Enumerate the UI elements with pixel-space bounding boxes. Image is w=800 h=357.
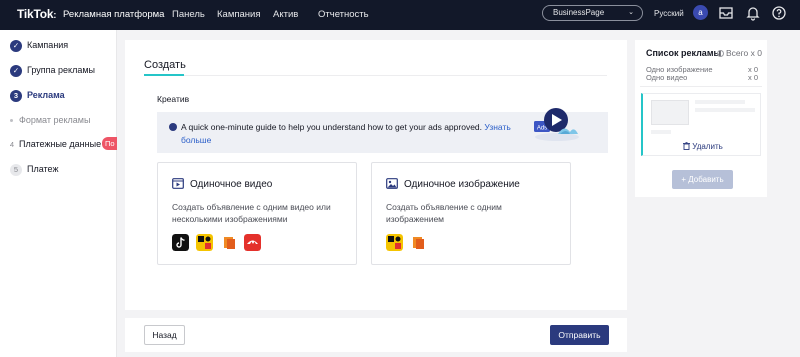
guide-banner: A quick one-minute guide to help you und… xyxy=(157,108,608,153)
section-title: Креатив xyxy=(157,94,190,104)
delete-label: Удалить xyxy=(692,142,723,151)
option-title: Одиночное изображение xyxy=(404,179,520,190)
nav-reporting[interactable]: Отчетность xyxy=(318,9,369,20)
single-video-option[interactable]: Одиночное видео Создать объявление с одн… xyxy=(157,162,357,265)
account-selector[interactable]: BusinessPage ⌄ xyxy=(542,5,643,21)
placeholder-line xyxy=(695,108,755,112)
top-navigation-bar: TikTok: Рекламная платформа Панель Кампа… xyxy=(0,0,800,30)
substep-ad-format[interactable]: Формат рекламы xyxy=(10,115,90,125)
account-name: BusinessPage xyxy=(553,8,605,17)
ads-badge-text: Ads xyxy=(537,126,547,132)
tab-create[interactable]: Создать xyxy=(144,59,186,71)
bell-icon[interactable] xyxy=(745,5,761,21)
step-billing[interactable]: 4 Платежные данные xyxy=(0,136,117,156)
video-icon xyxy=(172,178,184,189)
delete-button[interactable]: Удалить xyxy=(683,142,723,151)
option-description: Создать объявление с одним изображением xyxy=(386,202,502,224)
step-number: 4 xyxy=(9,140,15,149)
step-number: 3 xyxy=(10,90,22,102)
buzzvideo-app-icon xyxy=(386,234,403,251)
nav-dashboard[interactable]: Панель xyxy=(172,9,205,20)
platform-name: Рекламная платформа xyxy=(63,9,165,20)
placeholder-line xyxy=(651,130,671,134)
step-label: Платеж xyxy=(27,164,59,174)
ad-preview-card[interactable]: Удалить xyxy=(641,93,761,156)
avatar[interactable]: a xyxy=(693,5,708,20)
tab-divider xyxy=(144,75,607,76)
news-app-icon xyxy=(413,237,424,249)
ad-total-count: Всего x 0 xyxy=(717,48,762,58)
step-ad-group[interactable]: ✓ Группа рекламы xyxy=(0,62,117,82)
nav-assets[interactable]: Актив xyxy=(273,9,298,20)
status-badge: По xyxy=(102,137,117,150)
step-ad[interactable]: 3 Реклама xyxy=(0,87,117,107)
chevron-down-icon: ⌄ xyxy=(628,9,634,16)
video-guide-illustration-icon: Ads xyxy=(534,108,579,141)
check-icon: ✓ xyxy=(10,40,22,52)
pangle-app-icon xyxy=(244,234,261,251)
guide-message: A quick one-minute guide to help you und… xyxy=(181,122,483,132)
total-label: Всего x 0 xyxy=(726,48,762,58)
create-ad-panel: Создать Креатив A quick one-minute guide… xyxy=(125,40,627,310)
bullet-icon xyxy=(10,119,13,123)
count-value: x 0 xyxy=(747,73,758,82)
ad-list-title: Список рекламы xyxy=(646,48,722,58)
add-ad-button[interactable]: + Добавить xyxy=(672,170,733,189)
substep-label: Формат рекламы xyxy=(19,115,91,125)
inbox-icon[interactable] xyxy=(718,5,734,21)
tiktok-app-icon xyxy=(172,234,189,251)
trash-icon xyxy=(683,142,690,150)
option-description: Создать объявление с одним видео или нес… xyxy=(172,202,331,224)
placeholder-line xyxy=(695,100,745,104)
language-selector[interactable]: Русский xyxy=(654,9,684,18)
count-row-video: Одно видео x 0 xyxy=(646,73,758,82)
help-icon[interactable] xyxy=(771,5,787,21)
footer-action-bar: Назад Отправить xyxy=(125,318,627,352)
image-icon xyxy=(386,178,398,189)
step-label: Платежные данные xyxy=(19,139,102,149)
tab-active-indicator xyxy=(144,74,184,76)
step-payment[interactable]: 5 Платеж xyxy=(0,161,117,181)
ad-thumbnail-placeholder xyxy=(651,100,689,125)
nav-campaign[interactable]: Кампания xyxy=(217,9,260,20)
buzzvideo-app-icon xyxy=(196,234,213,251)
steps-sidebar: ✓ Кампания ✓ Группа рекламы 3 Реклама Фо… xyxy=(0,30,117,357)
single-image-option[interactable]: Одиночное изображение Создать объявление… xyxy=(371,162,571,265)
ad-list-panel: Список рекламы Всего x 0 Одно изображени… xyxy=(635,40,767,197)
tiktok-logo[interactable]: TikTok: xyxy=(17,7,56,21)
info-icon xyxy=(717,50,724,57)
option-title: Одиночное видео xyxy=(190,179,273,190)
check-icon: ✓ xyxy=(10,65,22,77)
step-number: 5 xyxy=(10,164,22,176)
back-button[interactable]: Назад xyxy=(144,325,185,345)
divider xyxy=(640,86,762,87)
step-label: Группа рекламы xyxy=(27,65,95,75)
news-app-icon xyxy=(224,237,235,249)
count-label: Одно видео xyxy=(646,73,688,82)
submit-button[interactable]: Отправить xyxy=(550,325,609,345)
step-label: Кампания xyxy=(27,40,69,50)
step-campaign[interactable]: ✓ Кампания xyxy=(0,37,117,57)
guide-text: A quick one-minute guide to help you und… xyxy=(181,121,511,147)
step-label: Реклама xyxy=(27,90,65,100)
info-icon xyxy=(169,123,177,131)
